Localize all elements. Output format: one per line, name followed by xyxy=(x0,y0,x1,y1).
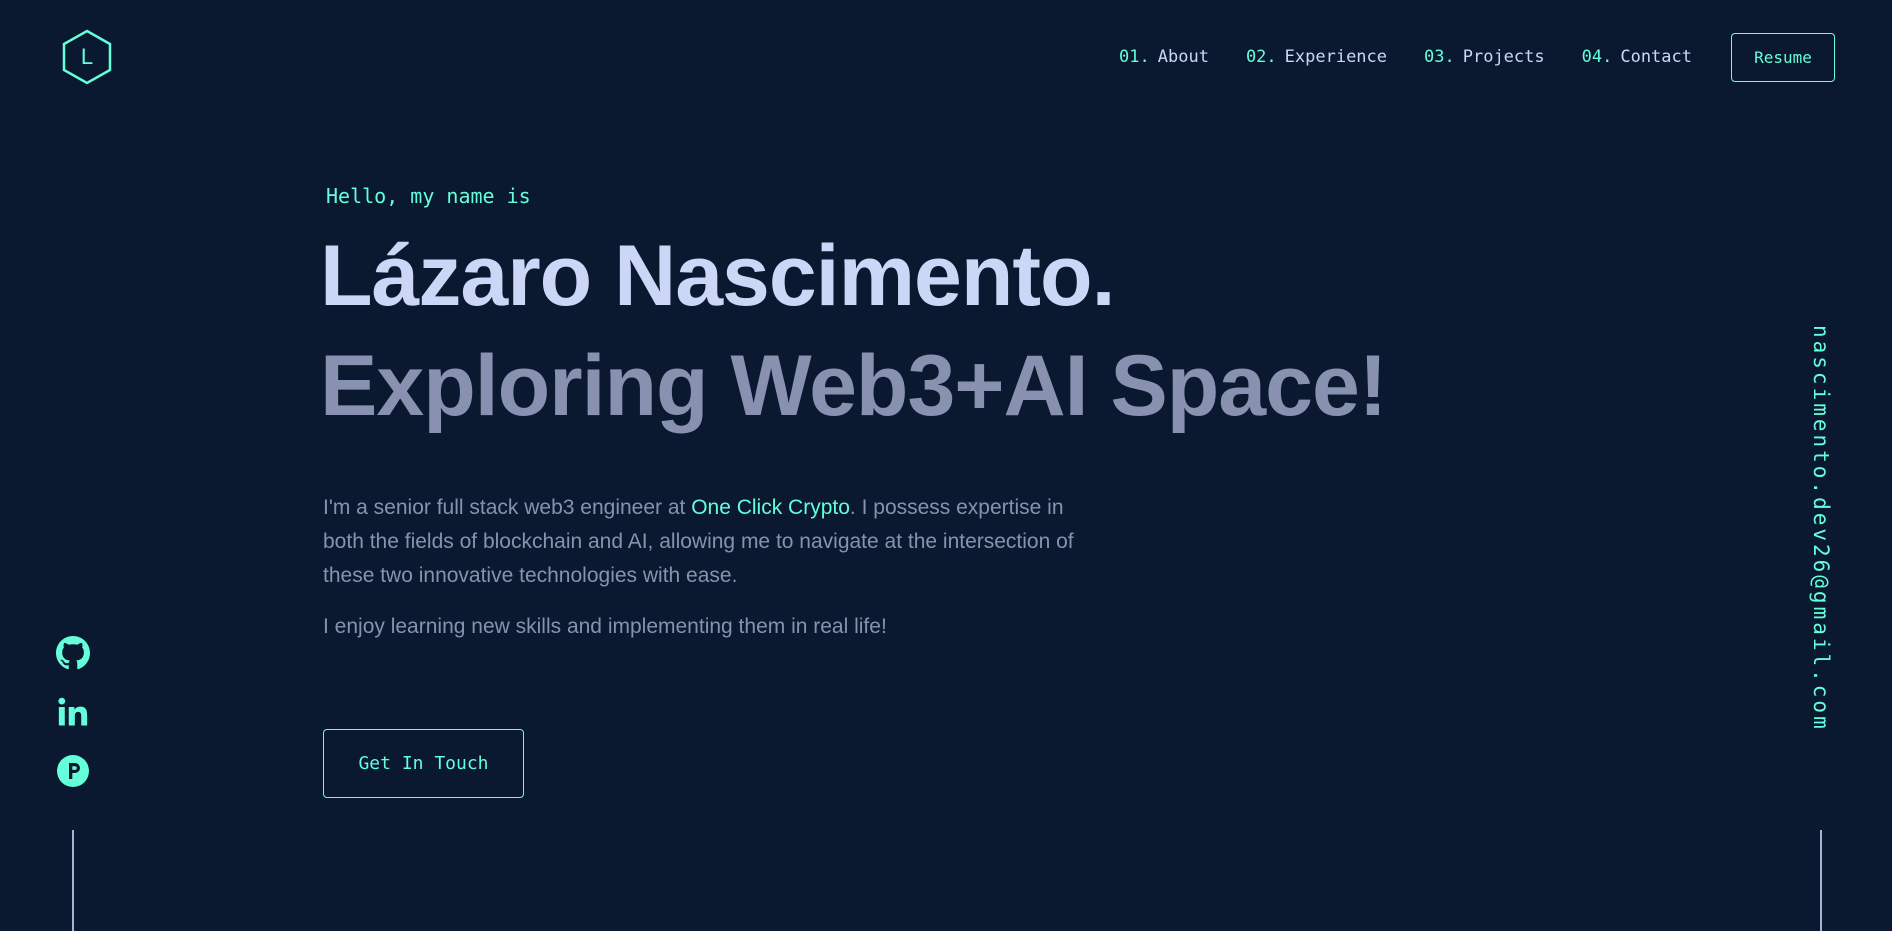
hero-tagline: Exploring Web3+AI Space! xyxy=(320,338,1387,434)
nav-item-about[interactable]: 01. About xyxy=(1119,47,1209,67)
logo-letter: L xyxy=(81,44,93,69)
nav-number: 03. xyxy=(1424,47,1455,67)
bio-paragraph: I'm a senior full stack web3 engineer at… xyxy=(323,491,1083,593)
nav-item-projects[interactable]: 03. Projects xyxy=(1424,47,1545,67)
right-rail-line xyxy=(1820,830,1822,931)
email-link[interactable]: nascimento.dev26@gmail.com xyxy=(1809,325,1833,732)
linkedin-link[interactable] xyxy=(56,695,90,729)
nav-label: Experience xyxy=(1284,47,1388,67)
company-link[interactable]: One Click Crypto xyxy=(691,496,850,519)
intro-text: Hello, my name is xyxy=(326,184,531,208)
bio-text: I'm a senior full stack web3 engineer at xyxy=(323,496,692,519)
left-rail-line xyxy=(72,830,74,931)
nav-item-contact[interactable]: 04. Contact xyxy=(1582,47,1692,67)
nav-label: Contact xyxy=(1620,47,1692,67)
hexagon-logo-icon: L xyxy=(62,29,112,85)
get-in-touch-button[interactable]: Get In Touch xyxy=(323,729,524,798)
bio-paragraph-2: I enjoy learning new skills and implemen… xyxy=(323,615,887,638)
nav-item-experience[interactable]: 02. Experience xyxy=(1246,47,1387,67)
hero-name: Lázaro Nascimento. xyxy=(320,228,1115,324)
nav-number: 04. xyxy=(1581,47,1613,67)
resume-button[interactable]: Resume xyxy=(1731,33,1835,82)
producthunt-link[interactable] xyxy=(56,754,90,788)
nav-number: 02. xyxy=(1245,47,1277,67)
producthunt-icon xyxy=(57,755,89,787)
nav-label: Projects xyxy=(1462,47,1545,67)
logo[interactable]: L xyxy=(60,28,114,86)
nav-number: 01. xyxy=(1119,47,1150,67)
nav-label: About xyxy=(1157,47,1209,67)
github-link[interactable] xyxy=(56,636,90,670)
main-nav: 01. About 02. Experience 03. Projects 04… xyxy=(1119,47,1692,67)
social-links xyxy=(56,636,90,813)
linkedin-icon xyxy=(58,697,88,726)
github-icon xyxy=(56,636,90,670)
